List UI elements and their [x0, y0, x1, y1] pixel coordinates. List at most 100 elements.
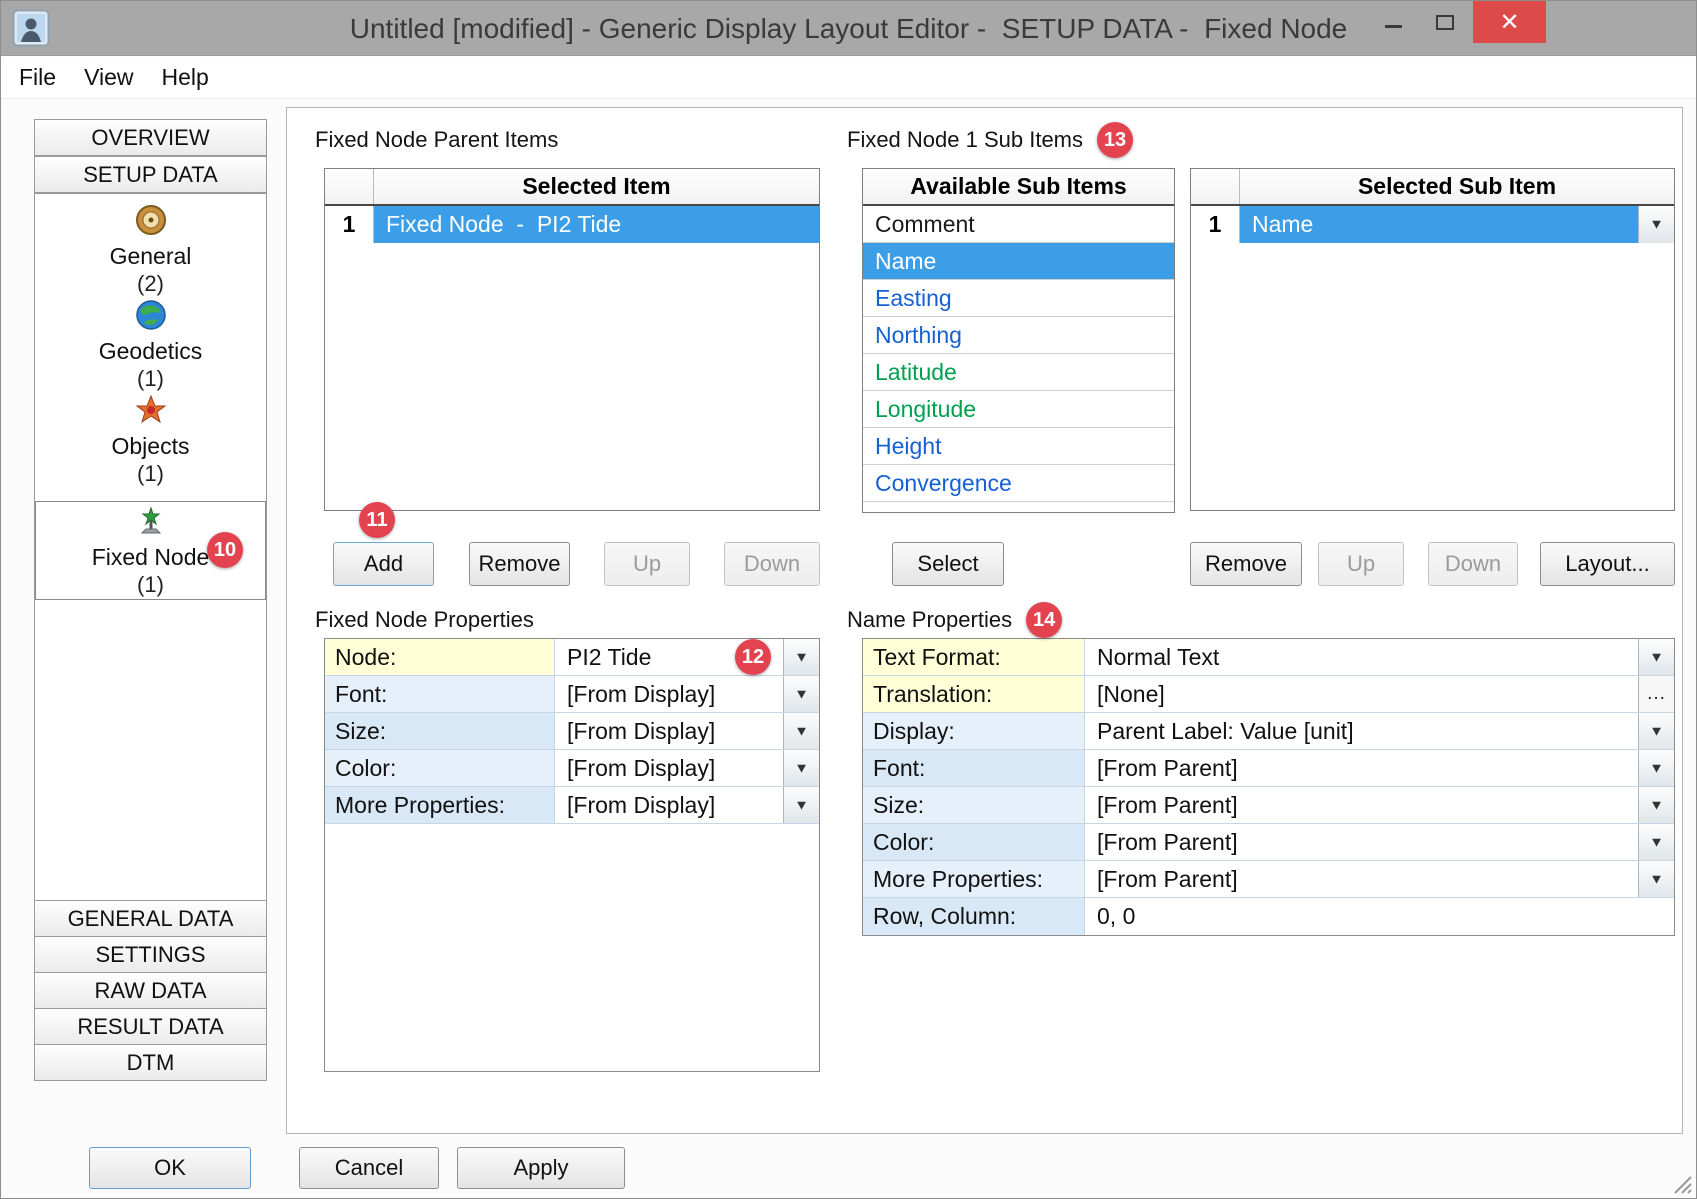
dropdown-button[interactable]: ▼ [1638, 713, 1674, 749]
sidebar-button-settings[interactable]: SETTINGS [34, 936, 267, 973]
menu-item-file[interactable]: File [19, 64, 70, 91]
name-properties-grid: Text Format: Normal Text ▼ Translation: … [862, 638, 1675, 936]
ellipsis-button[interactable]: ... [1638, 676, 1674, 712]
dropdown-button[interactable]: ▼ [783, 787, 819, 823]
menubar: File View Help [1, 57, 1696, 99]
property-value[interactable]: [From Parent] [1085, 787, 1638, 823]
property-label: Row, Column: [863, 898, 1085, 935]
dropdown-button[interactable]: ▼ [783, 639, 819, 675]
annotation-badge-11: 11 [359, 502, 395, 538]
dropdown-button[interactable]: ▼ [783, 676, 819, 712]
close-button[interactable]: ✕ [1473, 1, 1546, 43]
available-item[interactable]: Height [863, 428, 1174, 465]
available-item[interactable]: Name [863, 243, 1174, 280]
dropdown-button[interactable]: ▼ [783, 750, 819, 786]
property-label: Translation: [863, 676, 1085, 712]
chevron-down-icon: ▼ [1649, 834, 1664, 849]
property-value[interactable]: [From Parent] [1085, 861, 1638, 897]
chevron-down-icon: ▼ [1649, 217, 1664, 232]
section-title-fixed-node-properties: Fixed Node Properties [315, 602, 534, 638]
dropdown-button[interactable]: ▼ [1638, 750, 1674, 786]
property-value[interactable]: [None] [1085, 676, 1638, 712]
row-value-cell[interactable]: Fixed Node - PI2 Tide [374, 206, 819, 243]
dropdown-button[interactable]: ▼ [1638, 206, 1674, 243]
property-label: Node: [325, 639, 555, 675]
property-value[interactable]: [From Display] [555, 676, 783, 712]
available-item[interactable]: Convergence [863, 465, 1174, 502]
sidebar-item-label: Geodetics [99, 338, 203, 365]
maximize-button[interactable] [1421, 1, 1469, 43]
property-value[interactable]: [From Parent] [1085, 750, 1638, 786]
annotation-badge-12: 12 [735, 639, 771, 675]
dropdown-button[interactable]: ▼ [1638, 824, 1674, 860]
available-item[interactable]: Longitude [863, 391, 1174, 428]
property-value[interactable]: 0, 0 [1085, 898, 1674, 935]
dropdown-button[interactable]: ▼ [783, 713, 819, 749]
sidebar-button-general-data[interactable]: GENERAL DATA [34, 900, 267, 937]
available-item[interactable]: Latitude [863, 354, 1174, 391]
property-row-color: Color: [From Parent] ▼ [863, 824, 1674, 861]
fixed-node-properties-grid: Node: PI2 Tide 12 ▼ Font: [From Display]… [324, 638, 820, 1072]
sidebar-item-label: Fixed Node [92, 544, 210, 571]
menu-item-help[interactable]: Help [162, 64, 223, 91]
minimize-button[interactable] [1369, 1, 1417, 43]
layout-button[interactable]: Layout... [1540, 542, 1675, 586]
apply-button[interactable]: Apply [457, 1147, 625, 1189]
titlebar[interactable]: Untitled [modified] - Generic Display La… [1, 1, 1696, 56]
chevron-down-icon: ▼ [1649, 649, 1664, 664]
sidebar-button-overview[interactable]: OVERVIEW [34, 119, 267, 156]
row-index-cell: 1 [325, 206, 374, 243]
available-item-label: Convergence [875, 470, 1012, 497]
remove-button[interactable]: Remove [469, 542, 570, 586]
sidebar-item-count: (1) [137, 461, 164, 487]
property-value[interactable]: [From Display] [555, 750, 783, 786]
add-button[interactable]: Add [333, 542, 434, 586]
minimize-icon [1385, 25, 1402, 28]
select-button[interactable]: Select [892, 542, 1004, 586]
property-value[interactable]: Parent Label: Value [unit] [1085, 713, 1638, 749]
sidebar-button-raw-data[interactable]: RAW DATA [34, 972, 267, 1009]
dropdown-button[interactable]: ▼ [1638, 861, 1674, 897]
table-header-row: Selected Sub Item [1191, 169, 1674, 206]
subitem-up-button: Up [1318, 542, 1404, 586]
sidebar-button-dtm[interactable]: DTM [34, 1044, 267, 1081]
selected-item-column-header: Selected Item [374, 169, 819, 204]
section-title-parent-items: Fixed Node Parent Items [315, 122, 558, 158]
sidebar-item-count: (2) [137, 271, 164, 297]
dropdown-button[interactable]: ▼ [1638, 787, 1674, 823]
property-row-node: Node: PI2 Tide 12 ▼ [325, 639, 819, 676]
sidebar-item-general[interactable]: General (2) [35, 202, 266, 297]
sidebar-button-result-data[interactable]: RESULT DATA [34, 1008, 267, 1045]
property-value[interactable]: [From Parent] [1085, 824, 1638, 860]
sidebar-button-setup-data[interactable]: SETUP DATA [34, 156, 267, 193]
section-title-sub-items: Fixed Node 1 Sub Items 13 [847, 122, 1133, 158]
parent-items-table: Selected Item 1 Fixed Node - PI2 Tide [324, 168, 820, 511]
property-row-font: Font: [From Parent] ▼ [863, 750, 1674, 787]
section-title-text: Name Properties [847, 607, 1012, 633]
chevron-down-icon: ▼ [794, 723, 809, 738]
subitem-remove-button[interactable]: Remove [1190, 542, 1302, 586]
table-row[interactable]: 1 Name ▼ [1191, 206, 1674, 243]
dropdown-button[interactable]: ▼ [1638, 639, 1674, 675]
ok-button[interactable]: OK [89, 1147, 251, 1189]
table-row[interactable]: 1 Fixed Node - PI2 Tide [325, 206, 819, 243]
row-value-cell[interactable]: Name [1240, 206, 1638, 243]
available-item[interactable]: Comment [863, 206, 1174, 243]
property-row-more-properties: More Properties: [From Parent] ▼ [863, 861, 1674, 898]
property-label: Size: [863, 787, 1085, 823]
property-row-row-column: Row, Column: 0, 0 [863, 898, 1674, 935]
sidebar-item-geodetics[interactable]: Geodetics (1) [35, 297, 266, 392]
cancel-button[interactable]: Cancel [299, 1147, 439, 1189]
subitem-down-button: Down [1428, 542, 1518, 586]
sidebar-item-objects[interactable]: Objects (1) [35, 392, 266, 487]
resize-grip[interactable] [1671, 1173, 1693, 1195]
available-item[interactable]: Northing [863, 317, 1174, 354]
property-value[interactable]: [From Display] [555, 713, 783, 749]
property-value[interactable]: [From Display] [555, 787, 783, 823]
property-label: More Properties: [863, 861, 1085, 897]
available-item[interactable]: Easting [863, 280, 1174, 317]
menu-item-view[interactable]: View [84, 64, 147, 91]
index-column-header [1191, 169, 1240, 204]
sidebar-item-count: (1) [137, 366, 164, 392]
property-value[interactable]: Normal Text [1085, 639, 1638, 675]
